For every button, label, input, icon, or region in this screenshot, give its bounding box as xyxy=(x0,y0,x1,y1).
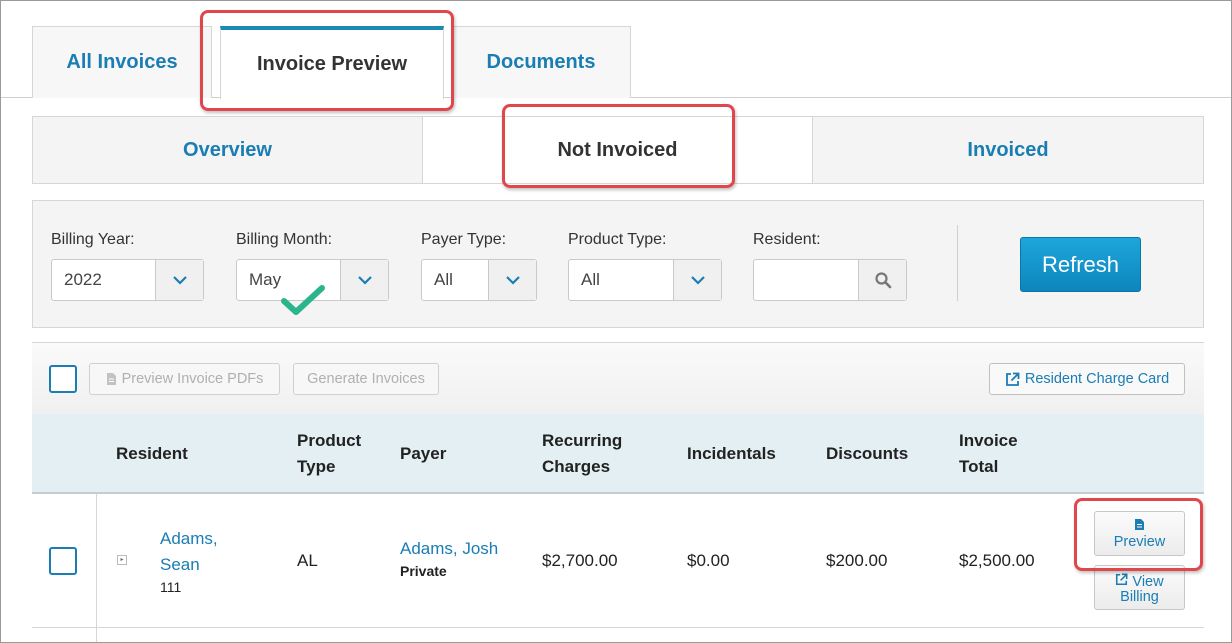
col-label: Recurring xyxy=(542,431,623,450)
payer-type-group: Payer Type: All xyxy=(421,231,537,301)
billing-year-group: Billing Year: 2022 xyxy=(51,231,204,301)
external-link-icon xyxy=(1005,372,1020,386)
checkmark-icon xyxy=(281,285,325,315)
expand-icon[interactable]: ▸ xyxy=(117,555,127,565)
search-icon[interactable] xyxy=(858,260,906,300)
col-product-type[interactable]: Product Type xyxy=(297,428,361,480)
filter-panel: Billing Year: 2022 Billing Month: May Pa… xyxy=(32,200,1204,328)
tab-documents[interactable]: Documents xyxy=(451,26,631,98)
resident-name-line2[interactable]: Sean xyxy=(160,552,218,578)
table-row: ▸ Adams, Sean 111 AL Adams, Josh Private… xyxy=(32,494,1204,642)
col-resident[interactable]: Resident xyxy=(116,441,188,467)
app-frame: All Invoices Invoice Preview Documents O… xyxy=(0,0,1232,643)
product-type-group: Product Type: All xyxy=(568,231,722,301)
room-number: 111 xyxy=(160,579,182,595)
col-discounts[interactable]: Discounts xyxy=(826,441,908,467)
product-type-value: All xyxy=(581,270,600,289)
top-tab-bar: All Invoices Invoice Preview Documents xyxy=(1,1,1231,99)
chevron-down-icon[interactable] xyxy=(340,260,388,300)
payer-name-link[interactable]: Adams, Josh xyxy=(400,539,498,559)
col-incidentals[interactable]: Incidentals xyxy=(687,441,776,467)
tab-label: Invoiced xyxy=(967,138,1049,161)
generate-invoices-button[interactable]: Generate Invoices xyxy=(293,363,439,395)
next-row-partial xyxy=(32,628,1204,642)
chevron-down-icon[interactable] xyxy=(488,260,536,300)
preview-pdfs-label: Preview Invoice PDFs xyxy=(121,371,264,387)
table-header: Resident Product Type Payer Recurring Ch… xyxy=(32,414,1204,494)
external-link-icon xyxy=(1116,573,1128,586)
view-billing-label2: Billing xyxy=(1120,589,1159,605)
col-label: Invoice xyxy=(959,431,1018,450)
resident-label: Resident: xyxy=(753,231,821,248)
view-billing-label1: View xyxy=(1132,574,1164,590)
invoice-total-cell: $2,500.00 xyxy=(959,551,1035,570)
tab-label: Overview xyxy=(183,138,272,161)
incidentals-cell: $0.00 xyxy=(687,551,730,570)
col-recurring-charges[interactable]: Recurring Charges xyxy=(542,428,622,480)
preview-invoice-pdfs-button[interactable]: Preview Invoice PDFs xyxy=(89,363,280,395)
payer-type-value: All xyxy=(434,270,453,289)
col-label: Charges xyxy=(542,457,611,476)
resident-group: Resident: xyxy=(753,231,907,301)
tab-label: Documents xyxy=(486,51,596,73)
resident-name-line1[interactable]: Adams, xyxy=(160,526,218,552)
billing-month-group: Billing Month: May xyxy=(236,231,389,301)
highlight-not-invoiced xyxy=(502,104,735,188)
row-checkbox[interactable] xyxy=(49,547,77,575)
select-all-checkbox[interactable] xyxy=(49,365,77,393)
grid-toolbar: Preview Invoice PDFs Generate Invoices R… xyxy=(32,342,1204,414)
billing-year-value: 2022 xyxy=(64,270,102,289)
col-label: Product xyxy=(297,431,362,450)
charge-card-label: Resident Charge Card xyxy=(1024,371,1170,387)
product-type-cell: AL xyxy=(297,551,318,570)
resident-search xyxy=(753,259,907,301)
payer-type-select[interactable]: All xyxy=(421,259,537,301)
col-label: Type xyxy=(297,457,336,476)
filter-divider xyxy=(957,225,958,301)
chevron-down-icon[interactable] xyxy=(155,260,203,300)
product-type-label: Product Type: xyxy=(568,231,667,248)
tab-label: All Invoices xyxy=(66,51,178,73)
view-billing-button[interactable]: View Billing xyxy=(1094,565,1185,610)
col-invoice-total[interactable]: Invoice Total xyxy=(959,428,1018,480)
product-type-select[interactable]: All xyxy=(568,259,722,301)
payer-type-label: Payer Type: xyxy=(421,231,507,248)
highlight-invoice-preview xyxy=(200,10,454,111)
highlight-preview-button xyxy=(1074,498,1203,571)
refresh-button[interactable]: Refresh xyxy=(1020,237,1141,292)
row-gutter xyxy=(32,628,97,642)
chevron-down-icon[interactable] xyxy=(673,260,721,300)
resident-input[interactable] xyxy=(754,260,858,300)
billing-year-select[interactable]: 2022 xyxy=(51,259,204,301)
col-label: Total xyxy=(959,457,999,476)
payer-cell: Adams, Josh Private xyxy=(400,539,498,579)
resident-charge-card-button[interactable]: Resident Charge Card xyxy=(989,363,1185,395)
tab-invoiced[interactable]: Invoiced xyxy=(813,117,1203,183)
document-icon xyxy=(106,373,116,385)
billing-month-label: Billing Month: xyxy=(236,231,333,248)
generate-label: Generate Invoices xyxy=(307,371,425,387)
discounts-cell: $200.00 xyxy=(826,551,888,570)
tab-overview[interactable]: Overview xyxy=(33,117,422,183)
billing-year-label: Billing Year: xyxy=(51,231,135,248)
col-payer[interactable]: Payer xyxy=(400,441,446,467)
tab-all-invoices[interactable]: All Invoices xyxy=(32,26,212,98)
recurring-charges-cell: $2,700.00 xyxy=(542,551,618,570)
payer-type: Private xyxy=(400,563,447,579)
resident-cell: Adams, Sean 111 xyxy=(160,526,218,596)
